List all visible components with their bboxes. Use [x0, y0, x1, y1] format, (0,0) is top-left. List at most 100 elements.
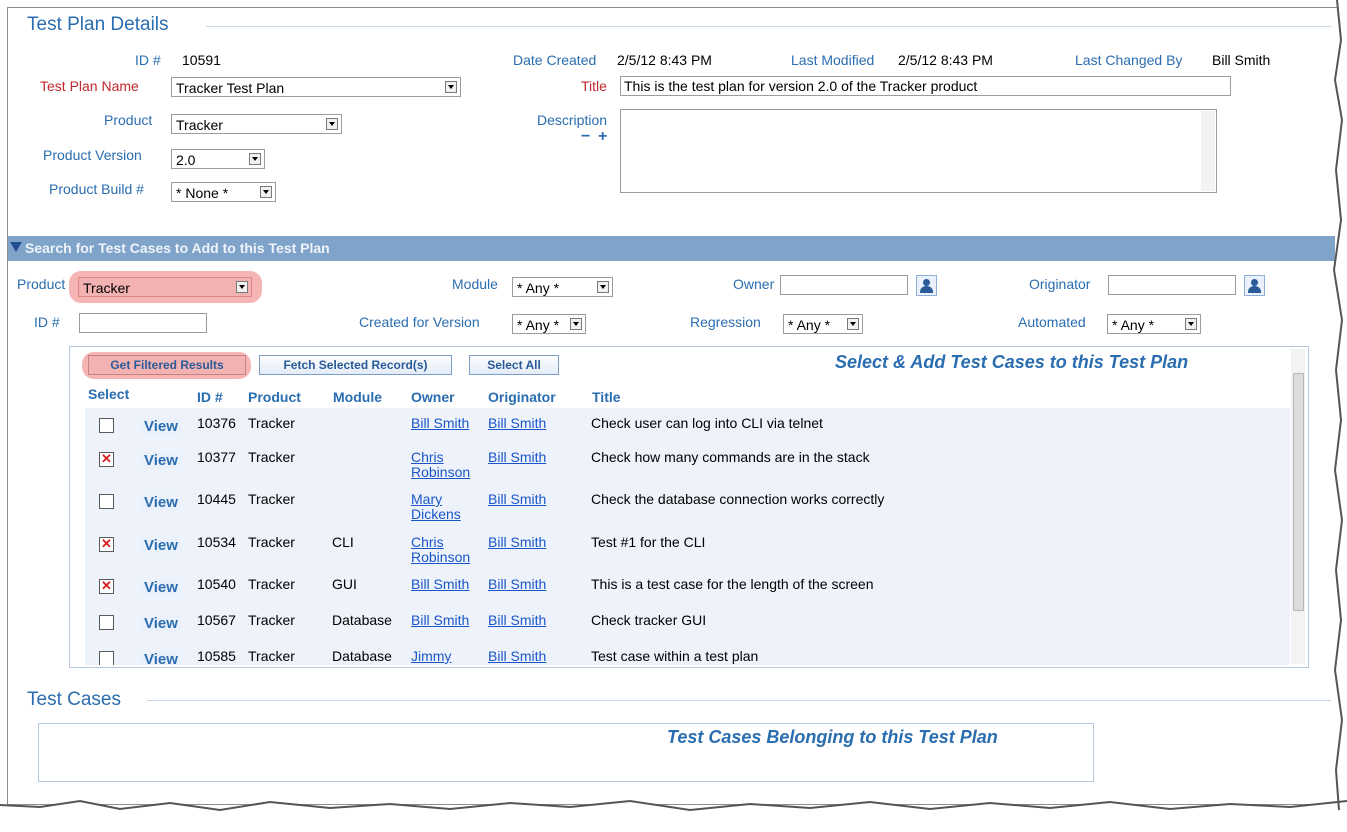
test-cases-heading: Test Cases Belonging to this Test Plan — [667, 727, 998, 747]
row-title: This is a test case for the length of th… — [591, 576, 874, 592]
row-owner-link[interactable]: Chris — [411, 450, 444, 465]
row-checkbox[interactable] — [99, 536, 114, 552]
row-owner-link[interactable]: Chris — [411, 535, 444, 550]
results-scrollbar[interactable] — [1291, 349, 1305, 664]
row-owner-link[interactable]: Mary — [411, 492, 442, 507]
fetch-selected-button[interactable]: Fetch Selected Record(s) — [259, 355, 452, 375]
row-id: 10377 — [197, 449, 236, 465]
owner-input[interactable] — [780, 275, 908, 295]
row-checkbox[interactable] — [99, 418, 114, 433]
chevron-down-icon — [847, 318, 859, 330]
product-build-value: * None * — [176, 185, 229, 201]
chevron-down-icon — [236, 281, 248, 293]
col-title[interactable]: Title — [592, 389, 621, 405]
row-title: Test case within a test plan — [591, 648, 759, 664]
select-all-button[interactable]: Select All — [469, 355, 559, 375]
row-originator-link[interactable]: Bill Smith — [488, 649, 546, 664]
torn-edge — [0, 799, 1347, 832]
col-id[interactable]: ID # — [197, 389, 223, 405]
product-version-select[interactable]: 2.0 — [171, 149, 265, 169]
module-select[interactable]: * Any * — [512, 277, 613, 297]
date-created-label: Date Created — [513, 52, 597, 68]
module-value: * Any * — [517, 280, 560, 296]
get-filtered-results-button[interactable]: Get Filtered Results — [88, 355, 246, 375]
automated-label: Automated — [1018, 314, 1086, 330]
title-input[interactable]: This is the test plan for version 2.0 of… — [620, 76, 1231, 96]
results-list: View 10376 Tracker Bill Smith Bill Smith Chec… — [85, 408, 1290, 665]
row-product: Tracker — [248, 491, 295, 507]
expand-description-icon[interactable]: + — [598, 128, 607, 146]
chevron-down-icon — [445, 81, 457, 93]
view-button[interactable]: View — [141, 579, 181, 596]
collapse-triangle-icon — [10, 242, 22, 252]
row-checkbox[interactable] — [99, 451, 114, 467]
row-id: 10585 — [197, 648, 236, 664]
collapse-description-icon[interactable]: − — [581, 128, 590, 146]
search-id-input[interactable] — [79, 313, 207, 333]
row-owner-link[interactable]: Jimmy — [411, 649, 451, 664]
module-label: Module — [452, 276, 498, 292]
owner-lookup-user-icon[interactable] — [916, 275, 937, 296]
last-modified-value: 2/5/12 8:43 PM — [898, 52, 993, 68]
row-owner-link-line2[interactable]: Dickens — [411, 507, 461, 522]
results-heading: Select & Add Test Cases to this Test Pla… — [835, 352, 1189, 372]
row-product: Tracker — [248, 534, 295, 550]
col-module[interactable]: Module — [333, 389, 382, 405]
test-plan-name-label: Test Plan Name — [40, 78, 139, 94]
row-owner-link-line2[interactable]: Robinson — [411, 465, 470, 480]
row-checkbox[interactable] — [99, 578, 114, 594]
product-select[interactable]: Tracker — [171, 114, 342, 134]
row-owner-link[interactable]: Bill Smith — [411, 577, 469, 592]
search-product-value: Tracker — [83, 280, 130, 296]
chevron-down-icon — [249, 153, 261, 165]
scrollbar-thumb[interactable] — [1293, 373, 1304, 611]
test-plan-name-select[interactable]: Tracker Test Plan — [171, 77, 461, 97]
regression-select[interactable]: * Any * — [783, 314, 863, 334]
search-product-select[interactable]: Tracker — [78, 277, 252, 297]
view-button[interactable]: View — [141, 452, 181, 469]
last-changed-by-label: Last Changed By — [1075, 52, 1183, 68]
col-select: Select — [88, 386, 130, 402]
product-value: Tracker — [176, 117, 223, 133]
product-build-select[interactable]: * None * — [171, 182, 276, 202]
row-checkbox[interactable] — [99, 615, 114, 630]
description-label: Description — [537, 112, 608, 128]
title-label: Title — [581, 78, 607, 94]
view-button[interactable]: View — [141, 418, 181, 435]
search-header-bar[interactable]: Search for Test Cases to Add to this Tes… — [8, 236, 1335, 261]
row-id: 10540 — [197, 576, 236, 592]
row-checkbox[interactable] — [99, 494, 114, 509]
row-title: Check how many commands are in the stack — [591, 449, 870, 465]
view-button[interactable]: View — [141, 651, 181, 665]
created-for-version-select[interactable]: * Any * — [512, 314, 586, 334]
view-button[interactable]: View — [141, 494, 181, 511]
row-owner-link[interactable]: Bill Smith — [411, 416, 469, 431]
row-originator-link[interactable]: Bill Smith — [488, 416, 546, 431]
scrollbar[interactable] — [1201, 111, 1215, 191]
originator-lookup-user-icon[interactable] — [1244, 275, 1265, 296]
row-owner-link[interactable]: Bill Smith — [411, 613, 469, 628]
row-module: Database — [332, 648, 392, 664]
row-title: Check tracker GUI — [591, 612, 707, 628]
automated-select[interactable]: * Any * — [1107, 314, 1201, 334]
row-owner-link-line2[interactable]: Robinson — [411, 550, 470, 565]
row-product: Tracker — [248, 648, 295, 664]
row-originator-link[interactable]: Bill Smith — [488, 613, 546, 628]
col-originator[interactable]: Originator — [488, 389, 556, 405]
row-originator-link[interactable]: Bill Smith — [488, 535, 546, 550]
row-id: 10567 — [197, 612, 236, 628]
row-originator-link[interactable]: Bill Smith — [488, 450, 546, 465]
id-label: ID # — [135, 52, 161, 68]
row-checkbox[interactable] — [99, 651, 114, 665]
originator-input[interactable] — [1108, 275, 1236, 295]
view-button[interactable]: View — [141, 537, 181, 554]
row-originator-link[interactable]: Bill Smith — [488, 492, 546, 507]
view-button[interactable]: View — [141, 615, 181, 632]
row-module: Database — [332, 612, 392, 628]
col-product[interactable]: Product — [248, 389, 301, 405]
description-textarea[interactable] — [620, 109, 1217, 193]
row-originator-link[interactable]: Bill Smith — [488, 577, 546, 592]
test-plan-name-value: Tracker Test Plan — [176, 80, 285, 96]
col-owner[interactable]: Owner — [411, 389, 455, 405]
row-product: Tracker — [248, 612, 295, 628]
